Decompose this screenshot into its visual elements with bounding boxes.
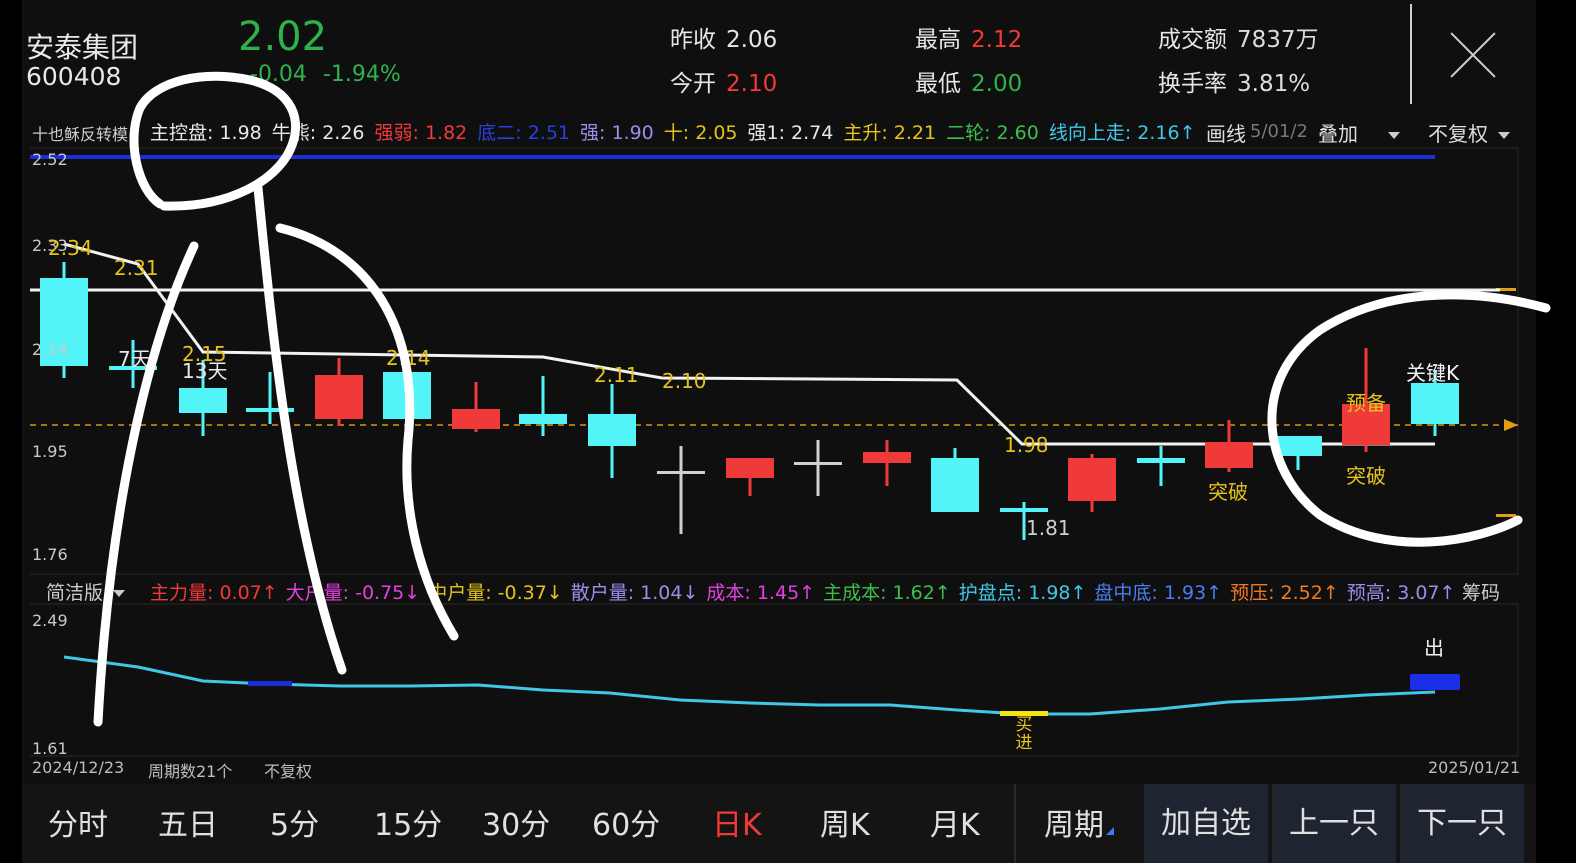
prev-stock-button[interactable]: 上一只	[1272, 784, 1396, 863]
period-count: 周期数21个	[148, 762, 233, 781]
sell-marker	[1410, 674, 1460, 690]
start-date: 2024/12/23	[32, 758, 125, 777]
sub-y-tick: 1.61	[32, 739, 68, 758]
tab-weekly[interactable]: 周K	[820, 800, 870, 844]
tab-intraday[interactable]: 分时	[48, 800, 108, 844]
rights-status: 不复权	[264, 762, 313, 781]
volume-marker	[248, 681, 292, 686]
tab-five-day[interactable]: 五日	[158, 800, 218, 844]
add-watchlist-button[interactable]: 加自选	[1144, 784, 1268, 863]
tab-30min[interactable]: 30分	[482, 800, 550, 844]
tab-daily[interactable]: 日K	[712, 800, 762, 844]
buy-signal: 买进	[1015, 715, 1033, 753]
end-date: 2025/01/21	[1428, 758, 1521, 777]
tab-60min[interactable]: 60分	[592, 800, 660, 844]
sell-signal: 出	[1424, 636, 1444, 660]
next-stock-button[interactable]: 下一只	[1400, 784, 1524, 863]
sub-y-tick: 2.49	[32, 611, 68, 630]
tab-divider	[1014, 784, 1016, 863]
corner-caret-icon	[1106, 827, 1114, 835]
tab-15min[interactable]: 15分	[374, 800, 442, 844]
period-dropdown[interactable]: 周期	[1044, 800, 1114, 844]
tab-5min[interactable]: 5分	[270, 800, 319, 844]
sub-chart[interactable]	[0, 0, 1576, 863]
tab-monthly[interactable]: 月K	[930, 800, 980, 844]
